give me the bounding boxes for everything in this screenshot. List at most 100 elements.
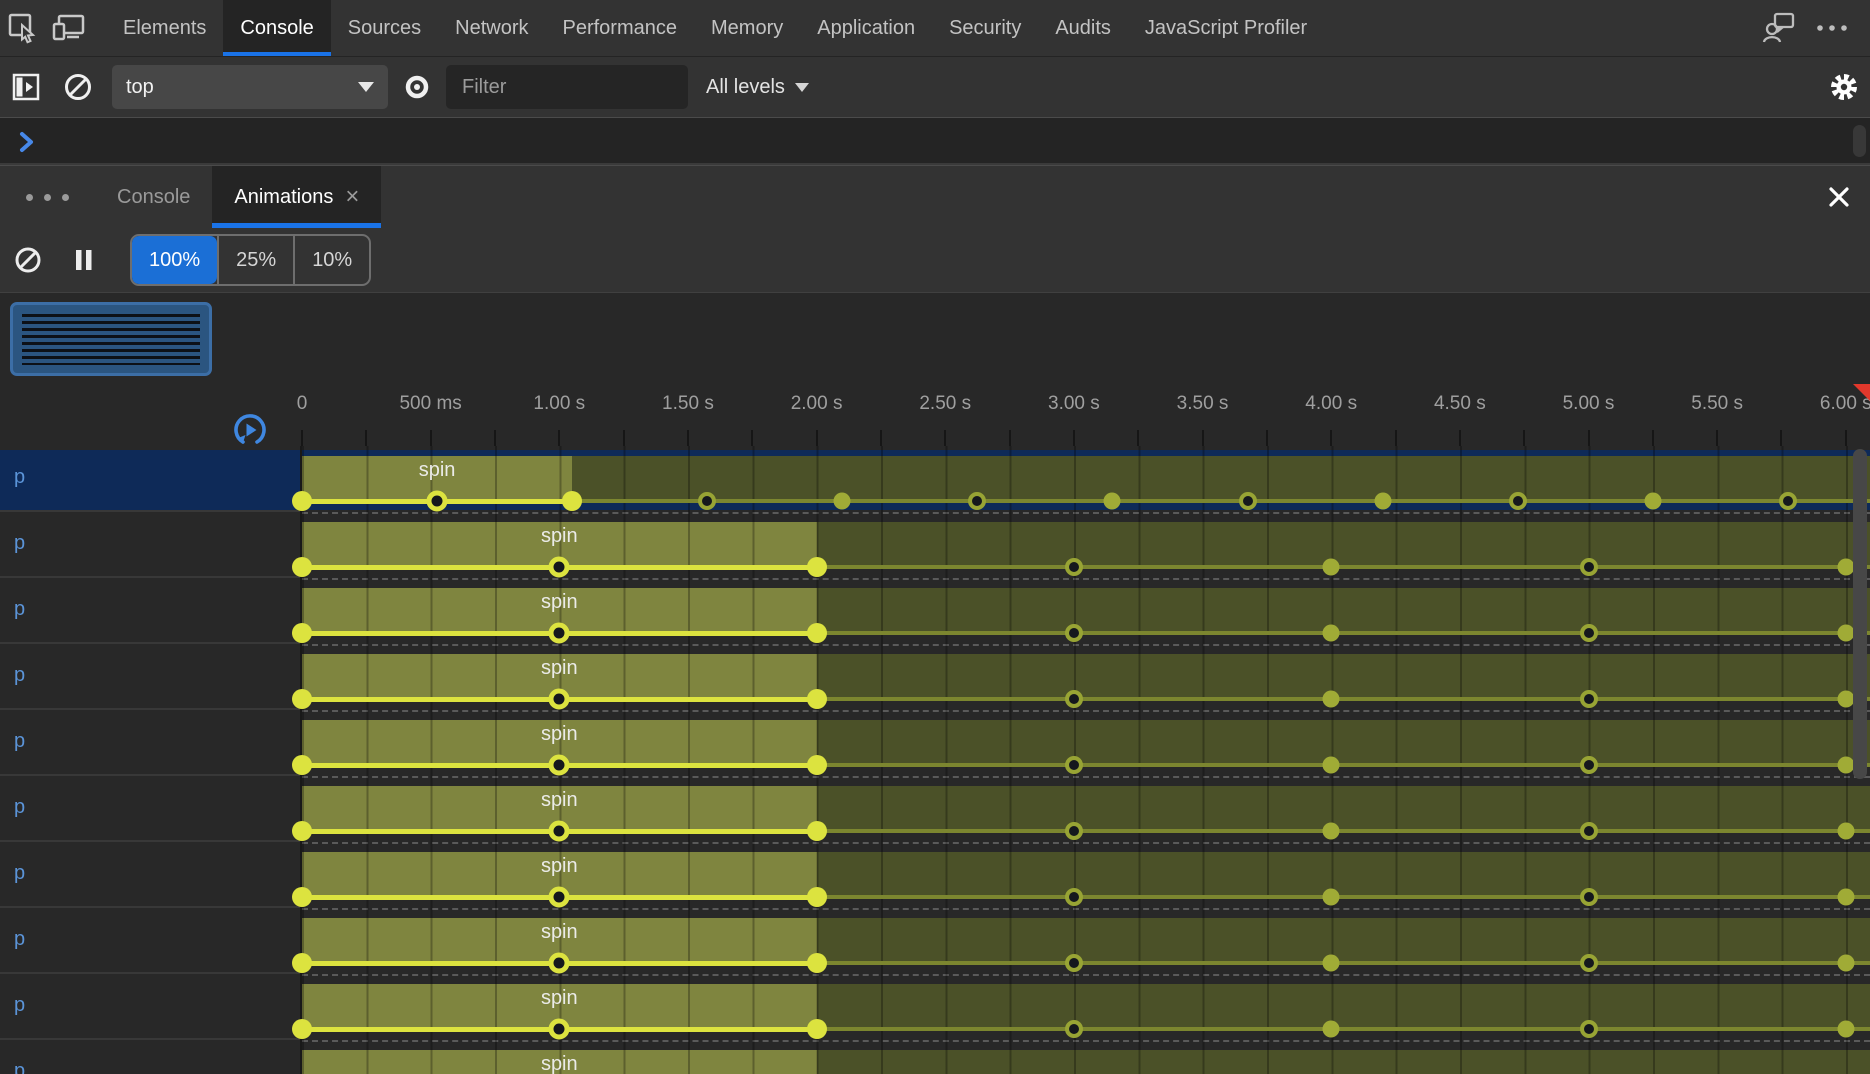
keyframe-dot-open[interactable] bbox=[1064, 1020, 1083, 1038]
keyframe-dot[interactable] bbox=[1837, 822, 1855, 840]
keyframe-dot-open[interactable] bbox=[1064, 756, 1083, 774]
keyframe-dot[interactable] bbox=[1322, 822, 1340, 840]
tab-performance[interactable]: Performance bbox=[546, 0, 695, 56]
block-icon[interactable] bbox=[52, 72, 104, 102]
scrubber-marker[interactable] bbox=[1853, 384, 1870, 401]
person-feedback-icon[interactable] bbox=[1754, 11, 1806, 45]
keyframe-dot-open[interactable] bbox=[548, 1018, 570, 1040]
node-link[interactable]: p bbox=[14, 466, 25, 489]
keyframe-dot-open[interactable] bbox=[1579, 954, 1598, 972]
keyframe-dot-open[interactable] bbox=[548, 556, 570, 578]
keyframe-dot[interactable] bbox=[562, 491, 583, 511]
keyframe-dot[interactable] bbox=[1322, 624, 1340, 642]
keyframe-dot[interactable] bbox=[833, 492, 851, 510]
playback-rate-100-[interactable]: 100% bbox=[132, 236, 218, 284]
console-scrollbar[interactable] bbox=[1853, 125, 1866, 157]
keyframe-dot[interactable] bbox=[806, 755, 827, 775]
keyframe-dot-open[interactable] bbox=[1579, 1020, 1598, 1038]
eye-icon[interactable] bbox=[388, 73, 446, 101]
tab-application[interactable]: Application bbox=[800, 0, 932, 56]
tab-network[interactable]: Network bbox=[438, 0, 545, 56]
keyframe-dot[interactable] bbox=[806, 623, 827, 643]
keyframe-dot-open[interactable] bbox=[1579, 624, 1598, 642]
keyframe-dot[interactable] bbox=[1837, 558, 1855, 576]
keyframe-dot-open[interactable] bbox=[968, 492, 987, 510]
pause-icon[interactable] bbox=[56, 248, 112, 272]
keyframe-dot[interactable] bbox=[1837, 954, 1855, 972]
animation-buffer-preview[interactable] bbox=[10, 302, 212, 376]
keyframe-dot-open[interactable] bbox=[1579, 690, 1598, 708]
keyframe-dot[interactable] bbox=[1322, 954, 1340, 972]
keyframe-dot[interactable] bbox=[1322, 690, 1340, 708]
keyframe-dot-open[interactable] bbox=[548, 952, 570, 974]
keyframe-dot[interactable] bbox=[1322, 756, 1340, 774]
keyframe-dot[interactable] bbox=[1837, 624, 1855, 642]
context-selector[interactable]: top bbox=[112, 65, 388, 109]
keyframe-dot-open[interactable] bbox=[1579, 822, 1598, 840]
tab-memory[interactable]: Memory bbox=[694, 0, 800, 56]
keyframe-dot-open[interactable] bbox=[548, 688, 570, 710]
keyframe-dot[interactable] bbox=[1837, 690, 1855, 708]
keyframe-dot-open[interactable] bbox=[1508, 492, 1527, 510]
keyframe-dot[interactable] bbox=[1103, 492, 1121, 510]
keyframe-dot[interactable] bbox=[292, 1019, 312, 1039]
node-link[interactable]: p bbox=[14, 598, 25, 621]
device-toolbar-icon[interactable] bbox=[46, 0, 92, 56]
keyframe-dot[interactable] bbox=[1322, 888, 1340, 906]
playback-rate-10-[interactable]: 10% bbox=[293, 236, 369, 284]
keyframe-dot-open[interactable] bbox=[1064, 624, 1083, 642]
tab-elements[interactable]: Elements bbox=[106, 0, 223, 56]
more-icon[interactable] bbox=[1806, 23, 1858, 33]
keyframe-dot[interactable] bbox=[1374, 492, 1392, 510]
keyframe-dot-open[interactable] bbox=[548, 886, 570, 908]
keyframe-dot-open[interactable] bbox=[1064, 888, 1083, 906]
keyframe-dot[interactable] bbox=[292, 557, 312, 577]
tab-audits[interactable]: Audits bbox=[1038, 0, 1128, 56]
node-link[interactable]: p bbox=[14, 796, 25, 819]
keyframe-dot[interactable] bbox=[1322, 558, 1340, 576]
keyframe-dot-open[interactable] bbox=[548, 622, 570, 644]
keyframe-dot-open[interactable] bbox=[548, 754, 570, 776]
keyframe-dot[interactable] bbox=[1322, 1020, 1340, 1038]
node-link[interactable]: p bbox=[14, 928, 25, 951]
keyframe-dot-open[interactable] bbox=[1238, 492, 1257, 510]
keyframe-dot-open[interactable] bbox=[548, 820, 570, 842]
keyframe-dot-open[interactable] bbox=[1579, 756, 1598, 774]
keyframe-dot[interactable] bbox=[1644, 492, 1662, 510]
node-link[interactable]: p bbox=[14, 1060, 25, 1074]
keyframe-dot[interactable] bbox=[806, 1019, 827, 1039]
keyframe-dot[interactable] bbox=[806, 689, 827, 709]
keyframe-dot[interactable] bbox=[292, 821, 312, 841]
drawer-icon[interactable] bbox=[0, 72, 52, 102]
node-link[interactable]: p bbox=[14, 532, 25, 555]
keyframe-dot-open[interactable] bbox=[698, 492, 717, 510]
node-link[interactable]: p bbox=[14, 664, 25, 687]
keyframe-dot-open[interactable] bbox=[1064, 690, 1083, 708]
keyframe-dot[interactable] bbox=[806, 821, 827, 841]
keyframe-dot-open[interactable] bbox=[1064, 954, 1083, 972]
close-tab-icon[interactable]: × bbox=[345, 185, 359, 209]
gear-icon[interactable] bbox=[1818, 70, 1870, 104]
keyframe-dot[interactable] bbox=[292, 623, 312, 643]
node-link[interactable]: p bbox=[14, 994, 25, 1017]
keyframe-dot-open[interactable] bbox=[1064, 558, 1083, 576]
keyframe-dot-open[interactable] bbox=[426, 490, 448, 512]
keyframe-dot[interactable] bbox=[292, 491, 312, 511]
tab-console[interactable]: Console bbox=[223, 0, 332, 56]
keyframe-dot-open[interactable] bbox=[1579, 558, 1598, 576]
node-link[interactable]: p bbox=[14, 730, 25, 753]
keyframe-dot[interactable] bbox=[1837, 1020, 1855, 1038]
more-tabs-icon[interactable] bbox=[0, 166, 95, 228]
drawer-tab-console[interactable]: Console bbox=[95, 166, 212, 228]
tab-javascript-profiler[interactable]: JavaScript Profiler bbox=[1128, 0, 1324, 56]
filter-input[interactable] bbox=[446, 65, 688, 109]
inspect-icon[interactable] bbox=[0, 0, 46, 56]
timeline-scrollbar[interactable] bbox=[1853, 449, 1867, 779]
keyframe-dot[interactable] bbox=[292, 689, 312, 709]
keyframe-dot-open[interactable] bbox=[1064, 822, 1083, 840]
keyframe-dot[interactable] bbox=[292, 887, 312, 907]
drawer-tab-animations[interactable]: Animations × bbox=[212, 166, 382, 228]
keyframe-dot-open[interactable] bbox=[1778, 492, 1797, 510]
node-link[interactable]: p bbox=[14, 862, 25, 885]
keyframe-dot[interactable] bbox=[1837, 888, 1855, 906]
